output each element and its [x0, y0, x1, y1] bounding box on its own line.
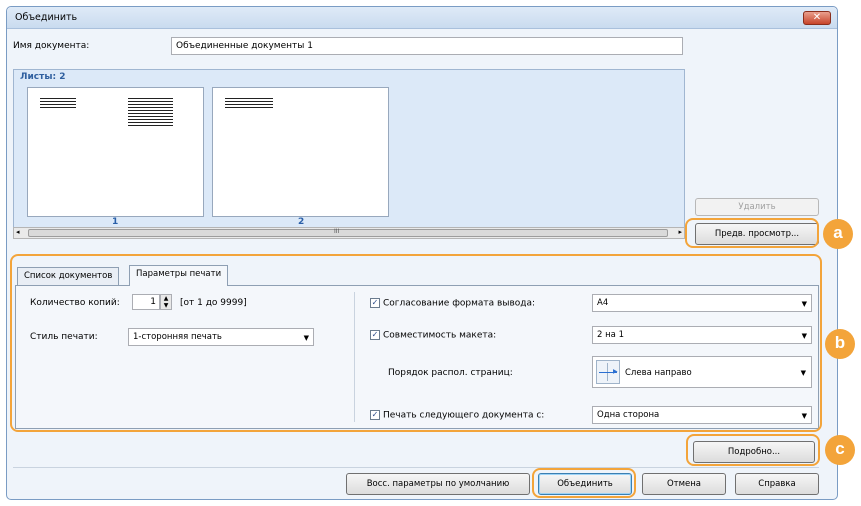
- scroll-left-icon[interactable]: ◂: [16, 228, 20, 236]
- page-number-1: 1: [112, 217, 119, 227]
- doc-name-input[interactable]: Объединенные документы 1: [171, 37, 683, 55]
- scroll-thumb[interactable]: III: [28, 228, 668, 237]
- horizontal-scrollbar[interactable]: ◂ III ▸: [13, 227, 685, 239]
- page-content: [128, 98, 173, 128]
- scroll-grip: III: [334, 228, 340, 235]
- scroll-right-icon[interactable]: ▸: [678, 228, 682, 236]
- callout-badge-b: b: [825, 329, 855, 359]
- window-title: Объединить: [15, 12, 78, 23]
- sheets-count: Листы: 2: [20, 72, 66, 82]
- tab-print-settings[interactable]: Параметры печати: [129, 265, 229, 286]
- callout-ring-a: [685, 218, 819, 248]
- page-number-2: 2: [298, 217, 305, 227]
- callout-badge-c: c: [825, 435, 855, 465]
- cancel-button[interactable]: Отмена: [642, 473, 726, 495]
- callout-badge-a: a: [823, 219, 853, 249]
- close-button[interactable]: ✕: [803, 11, 831, 25]
- help-button[interactable]: Справка: [735, 473, 819, 495]
- page-content: [225, 98, 273, 110]
- callout-ring-c: [686, 434, 820, 466]
- delete-button[interactable]: Удалить: [695, 198, 819, 216]
- restore-defaults-button[interactable]: Восс. параметры по умолчанию: [346, 473, 530, 495]
- divider: [13, 467, 819, 468]
- page-content: [40, 98, 76, 110]
- page-thumbnail-2[interactable]: [212, 87, 389, 217]
- callout-ring-merge: [532, 468, 636, 498]
- page-thumbnail-1[interactable]: [27, 87, 204, 217]
- doc-name-label: Имя документа:: [13, 41, 90, 51]
- title-bar: Объединить ✕: [7, 7, 837, 29]
